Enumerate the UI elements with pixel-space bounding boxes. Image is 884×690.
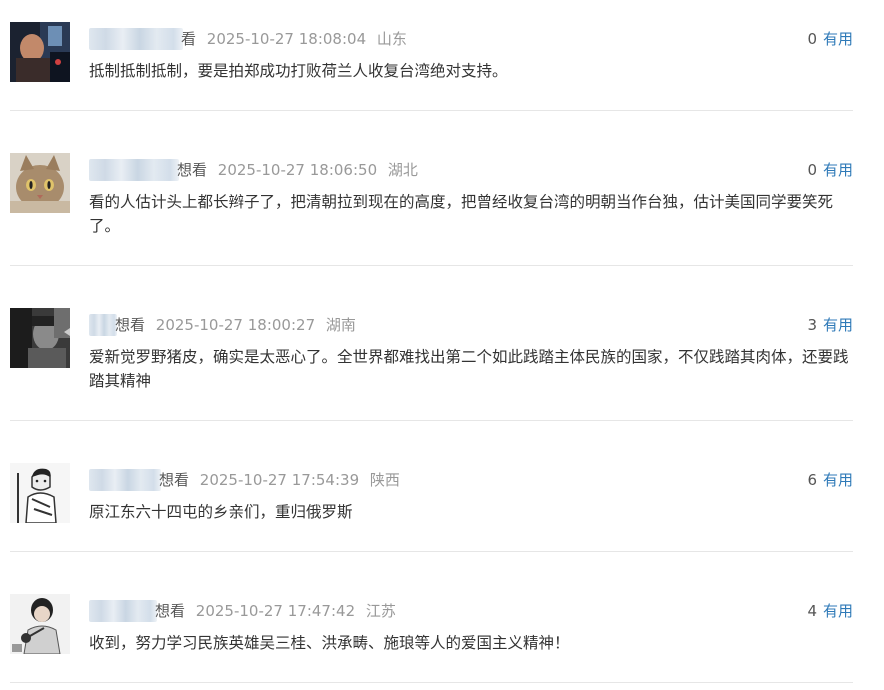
comment-location: 江苏: [365, 602, 396, 620]
comment-timestamp: 2025-10-27 18:00:27: [155, 316, 316, 334]
comment-item: 想看 2025-10-27 17:47:42 江苏 4 有用 收到，努力学习民族英…: [10, 594, 853, 683]
comment-text: 收到，努力学习民族英雄吴三桂、洪承畴、施琅等人的爱国主义精神！: [89, 634, 570, 652]
comment-location: 湖北: [387, 161, 418, 179]
comment-location: 山东: [376, 30, 407, 48]
comment-timestamp: 2025-10-27 17:47:42: [195, 602, 356, 620]
useful-button[interactable]: 有用: [823, 316, 853, 334]
comment-timestamp: 2025-10-27 18:06:50: [217, 161, 378, 179]
useful-button[interactable]: 有用: [823, 602, 853, 620]
useful-vote: 3 有用: [807, 313, 853, 337]
comment-meta: 想看 2025-10-27 17:47:42 江苏: [89, 599, 853, 623]
useful-button[interactable]: 有用: [823, 30, 853, 48]
comment-item: 想看 2025-10-27 18:06:50 湖北 0 有用 看的人估计头上都长辫…: [10, 153, 853, 266]
username-tail: 想看: [177, 161, 208, 179]
useful-vote: 0 有用: [807, 158, 853, 182]
comment-meta: 想看 2025-10-27 18:00:27 湖南: [89, 313, 853, 337]
avatar[interactable]: [10, 308, 70, 368]
useful-vote: 6 有用: [807, 468, 853, 492]
comment-item: 想看 2025-10-27 17:54:39 陕西 6 有用 原江东六十四屯的乡亲…: [10, 463, 853, 552]
comment-timestamp: 2025-10-27 18:08:04: [206, 30, 367, 48]
comment-location: 陕西: [369, 471, 400, 489]
comment-meta: 想看 2025-10-27 18:06:50 湖北: [89, 158, 853, 182]
comment-item: 看 2025-10-27 18:08:04 山东 0 有用 抵制抵制抵制，要是拍郑…: [10, 22, 853, 111]
username-blurred[interactable]: [89, 314, 117, 336]
comment-text: 爱新觉罗野猪皮，确实是太恶心了。全世界都难找出第二个如此践踏主体民族的国家，不仅…: [89, 348, 849, 390]
comment-item: 想看 2025-10-27 18:00:27 湖南 3 有用 爱新觉罗野猪皮，确实…: [10, 308, 853, 421]
username-blurred[interactable]: [89, 159, 179, 181]
useful-count: 4: [807, 602, 817, 620]
useful-count: 0: [807, 30, 817, 48]
username-blurred[interactable]: [89, 469, 161, 491]
username-tail: 想看: [159, 471, 190, 489]
comment-timestamp: 2025-10-27 17:54:39: [199, 471, 360, 489]
avatar[interactable]: [10, 463, 70, 523]
avatar[interactable]: [10, 22, 70, 82]
username-blurred[interactable]: [89, 600, 157, 622]
useful-count: 0: [807, 161, 817, 179]
useful-count: 6: [807, 471, 817, 489]
useful-vote: 0 有用: [807, 27, 853, 51]
comment-text: 抵制抵制抵制，要是拍郑成功打败荷兰人收复台湾绝对支持。: [89, 62, 508, 80]
comment-meta: 看 2025-10-27 18:08:04 山东: [89, 27, 853, 51]
username-tail: 想看: [115, 316, 146, 334]
comment-location: 湖南: [325, 316, 356, 334]
useful-button[interactable]: 有用: [823, 161, 853, 179]
comment-text: 原江东六十四屯的乡亲们，重归俄罗斯: [89, 503, 353, 521]
username-tail: 看: [181, 30, 197, 48]
comment-text: 看的人估计头上都长辫子了，把清朝拉到现在的高度，把曾经收复台湾的明朝当作台独，估…: [89, 193, 834, 235]
avatar[interactable]: [10, 594, 70, 654]
comment-list: 看 2025-10-27 18:08:04 山东 0 有用 抵制抵制抵制，要是拍郑…: [0, 0, 884, 690]
useful-count: 3: [807, 316, 817, 334]
username-blurred[interactable]: [89, 28, 183, 50]
avatar[interactable]: [10, 153, 70, 213]
username-tail: 想看: [155, 602, 186, 620]
useful-button[interactable]: 有用: [823, 471, 853, 489]
useful-vote: 4 有用: [807, 599, 853, 623]
comment-meta: 想看 2025-10-27 17:54:39 陕西: [89, 468, 853, 492]
